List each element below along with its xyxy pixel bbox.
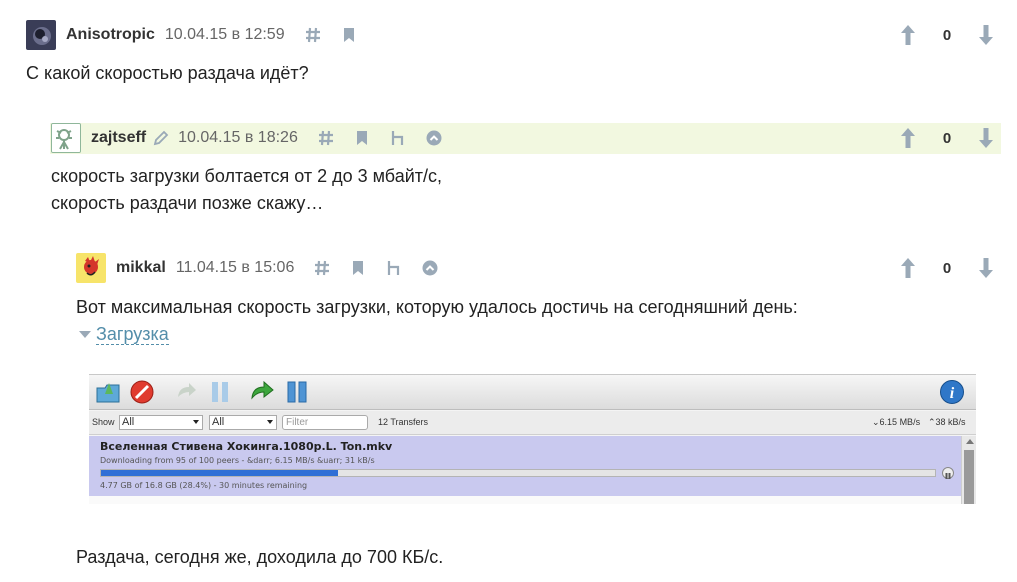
downvote-icon[interactable]	[976, 24, 996, 46]
embedded-screenshot: i Show All All Filter 12 Transfers ⌄6.15…	[89, 374, 976, 504]
down-rate: ⌄6.15 MB/s	[872, 417, 921, 427]
scroll-up-icon	[966, 439, 974, 444]
spoiler-toggle[interactable]: Загрузка	[79, 324, 169, 345]
hash-icon[interactable]	[316, 128, 336, 148]
down-rate-value: 6.15 MB/s	[879, 417, 921, 427]
score: 0	[942, 259, 952, 277]
username[interactable]: Anisotropic	[66, 26, 155, 44]
parent-link-icon[interactable]	[384, 258, 404, 278]
avatar[interactable]	[76, 253, 106, 283]
dropdown-icon	[193, 420, 199, 424]
comment-header: mikkal 11.04.15 в 15:06	[76, 248, 440, 288]
comment-line: Вот максимальная скорость загрузки, кото…	[76, 297, 798, 317]
torrent-toolbar: i	[89, 375, 976, 410]
edit-icon[interactable]	[152, 128, 170, 148]
torrent-row: Вселенная Стивена Хокинга.1080p.L. Ton.m…	[89, 436, 961, 496]
comment-text: Раздача, сегодня же, доходила до 700 КБ/…	[76, 544, 443, 571]
scroll-thumb	[964, 450, 974, 504]
comment-line: скорость загрузки болтается от 2 до 3 мб…	[51, 166, 443, 186]
comment-text: Вот максимальная скорость загрузки, кото…	[76, 294, 798, 321]
up-rate-value: 38 kB/s	[935, 417, 966, 427]
bookmark-icon[interactable]	[339, 25, 359, 45]
progress-bar	[100, 469, 936, 477]
transfers-count: 12 Transfers	[378, 417, 429, 427]
resume-icon	[173, 379, 199, 405]
torrent-status: Downloading from 95 of 100 peers - &darr…	[100, 456, 375, 465]
hash-icon[interactable]	[303, 25, 323, 45]
pause-all-icon	[284, 379, 310, 405]
up-rate: ⌃38 kB/s	[928, 417, 966, 427]
info-icon: i	[939, 379, 965, 405]
scrollbar	[961, 436, 976, 504]
avatar[interactable]	[51, 123, 81, 153]
pause-circle-icon	[942, 467, 954, 479]
torrent-progress-text: 4.77 GB of 16.8 GB (28.4%) - 30 minutes …	[100, 481, 308, 490]
username[interactable]: mikkal	[116, 259, 166, 277]
show-label: Show	[92, 417, 115, 427]
timestamp[interactable]: 11.04.15 в 15:06	[176, 259, 295, 277]
collapse-icon[interactable]	[420, 258, 440, 278]
score: 0	[942, 26, 952, 44]
comment-header: zajtseff 10.04.15 в 18:26	[51, 118, 444, 158]
downvote-icon[interactable]	[976, 257, 996, 279]
timestamp[interactable]: 10.04.15 в 18:26	[178, 129, 298, 147]
dropdown-icon	[267, 420, 273, 424]
spoiler-label[interactable]: Загрузка	[96, 324, 169, 345]
list-gap	[89, 496, 961, 504]
comment-text: С какой скоростью раздача идёт?	[26, 60, 309, 87]
comment-line: С какой скоростью раздача идёт?	[26, 63, 309, 83]
triangle-down-icon	[79, 331, 91, 338]
upvote-icon[interactable]	[898, 257, 918, 279]
downvote-icon[interactable]	[976, 127, 996, 149]
filter-select: All	[209, 415, 277, 430]
hash-icon[interactable]	[312, 258, 332, 278]
collapse-icon[interactable]	[424, 128, 444, 148]
remove-icon	[129, 379, 155, 405]
svg-text:i: i	[950, 385, 955, 402]
upvote-icon[interactable]	[898, 127, 918, 149]
username[interactable]: zajtseff	[91, 129, 146, 147]
vote-block: 0	[898, 24, 996, 46]
open-torrent-icon	[95, 379, 121, 405]
pause-icon	[207, 379, 233, 405]
torrent-name: Вселенная Стивена Хокинга.1080p.L. Ton.m…	[100, 440, 393, 453]
filter-select: All	[119, 415, 203, 430]
comment-header: Anisotropic 10.04.15 в 12:59	[26, 15, 359, 55]
resume-all-icon	[249, 379, 275, 405]
filter-bar: Show All All Filter 12 Transfers ⌄6.15 M…	[89, 411, 976, 435]
timestamp[interactable]: 10.04.15 в 12:59	[165, 26, 285, 44]
comment-text: скорость загрузки болтается от 2 до 3 мб…	[51, 163, 442, 217]
comment-line: скорость раздачи позже скажу…	[51, 193, 324, 213]
vote-block: 0	[898, 127, 996, 149]
filter-select-value: All	[212, 416, 225, 428]
vote-block: 0	[898, 257, 996, 279]
comment-line: Раздача, сегодня же, доходила до 700 КБ/…	[76, 547, 444, 567]
upvote-icon[interactable]	[898, 24, 918, 46]
score: 0	[942, 129, 952, 147]
bookmark-icon[interactable]	[352, 128, 372, 148]
avatar[interactable]	[26, 20, 56, 50]
parent-link-icon[interactable]	[388, 128, 408, 148]
progress-fill	[101, 470, 338, 476]
filter-select-value: All	[122, 416, 135, 428]
bookmark-icon[interactable]	[348, 258, 368, 278]
filter-input: Filter	[282, 415, 368, 430]
